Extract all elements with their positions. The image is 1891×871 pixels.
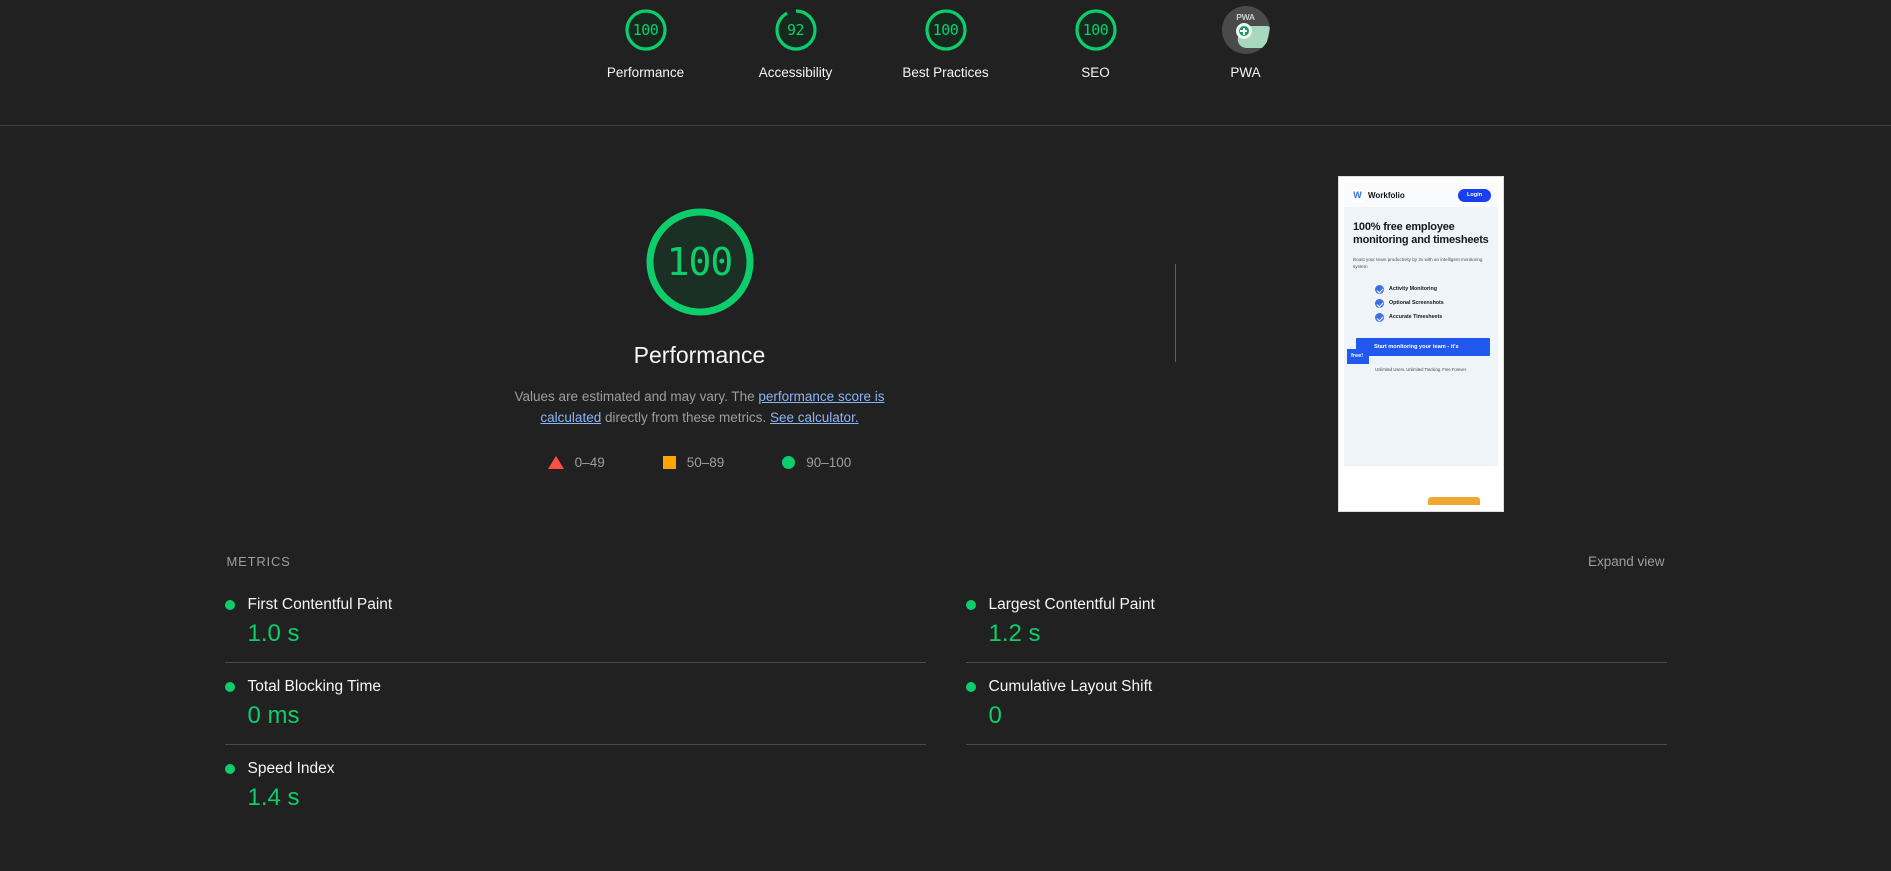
disclaimer-text-pre: Values are estimated and may vary. The: [514, 389, 759, 404]
score-disclaimer: Values are estimated and may vary. The p…: [485, 387, 915, 429]
metric-largest-contentful-paint[interactable]: Largest Contentful Paint 1.2 s: [965, 581, 1667, 663]
metric-label: Cumulative Layout Shift: [988, 678, 1153, 695]
performance-gauge-section: 100 Performance Values are estimated and…: [225, 172, 1175, 470]
gauge-icon: 92: [772, 6, 820, 54]
metric-label: First Contentful Paint: [247, 596, 393, 613]
score-label: Performance: [606, 65, 685, 80]
metric-value: 0: [988, 702, 1002, 729]
legend-item-fail: 0–49: [547, 454, 605, 470]
site-subheadline: Boost your team productivity by 2x with …: [1353, 256, 1483, 269]
metric-value: 1.4 s: [247, 784, 300, 811]
status-badge: [224, 600, 235, 610]
page-screenshot-section: W Workfolio Login 100% free employee mon…: [1176, 172, 1667, 512]
score-label: PWA: [1230, 65, 1261, 80]
expand-view-button[interactable]: Expand view: [1588, 554, 1665, 569]
gauge-icon-large: 100: [640, 202, 760, 322]
score-value: 100: [932, 21, 959, 39]
score-label: Best Practices: [902, 65, 989, 80]
metric-first-contentful-paint[interactable]: First Contentful Paint 1.0 s: [224, 581, 926, 663]
legend-range: 0–49: [574, 454, 605, 470]
site-headline: 100% free employee monitoring and timesh…: [1353, 221, 1489, 247]
legend-range: 90–100: [806, 454, 852, 470]
screenshot-content: W Workfolio Login 100% free employee mon…: [1344, 183, 1498, 505]
list-item: Activity Monitoring: [1375, 284, 1467, 294]
metrics-section-title: METRICS: [226, 554, 291, 569]
score-value: 100: [1082, 21, 1109, 39]
score-item-pwa[interactable]: PWA PWA: [1171, 6, 1321, 80]
page-title: Performance: [633, 342, 766, 368]
check-icon: [1375, 312, 1384, 322]
category-summary: 100 Performance Values are estimated and…: [225, 172, 1667, 512]
metric-cumulative-layout-shift[interactable]: Cumulative Layout Shift 0: [965, 663, 1667, 745]
feature-label: Accurate Timesheets: [1389, 314, 1443, 321]
site-feature-list: Activity Monitoring Optional Screenshots…: [1344, 284, 1498, 322]
final-screenshot[interactable]: W Workfolio Login 100% free employee mon…: [1338, 176, 1504, 512]
scores-bar: 100 Performance 92 Accessibility 100 Bes…: [0, 0, 1891, 126]
status-badge: [224, 764, 235, 774]
metric-label: Speed Index: [247, 760, 335, 777]
score-label: SEO: [1081, 65, 1110, 80]
pwa-badge-text: PWA: [1236, 12, 1255, 22]
score-item-seo[interactable]: 100 SEO: [1021, 6, 1171, 80]
feature-label: Activity Monitoring: [1389, 286, 1437, 293]
feature-label: Optional Screenshots: [1389, 300, 1444, 307]
metric-total-blocking-time[interactable]: Total Blocking Time 0 ms: [224, 663, 926, 745]
metrics-grid: First Contentful Paint 1.0 s Largest Con…: [224, 581, 1667, 826]
legend-item-pass: 90–100: [782, 455, 851, 470]
score-value: 100: [632, 21, 659, 39]
score-item-best-practices[interactable]: 100 Best Practices: [871, 6, 1021, 80]
brand-name: Workfolio: [1368, 190, 1405, 200]
pwa-check-icon: [1235, 23, 1252, 39]
metric-value: 1.0 s: [247, 620, 300, 647]
site-cta-area: Start monitoring your team - it's free!: [1344, 335, 1498, 365]
legend-range: 50–89: [686, 454, 725, 470]
list-item: Optional Screenshots: [1375, 298, 1467, 308]
score-legend: 0–49 50–89 90–100: [547, 454, 851, 470]
score-value: 92: [786, 21, 805, 39]
site-footer-area: [1344, 465, 1498, 505]
login-button: Login: [1458, 188, 1491, 202]
score-item-accessibility[interactable]: 92 Accessibility: [721, 6, 871, 80]
metric-label: Total Blocking Time: [247, 678, 382, 695]
check-icon: [1375, 298, 1384, 308]
site-navbar: W Workfolio Login: [1344, 183, 1498, 207]
gauge-icon: 100: [922, 6, 970, 54]
status-badge: [965, 600, 976, 610]
gauge-icon: 100: [1072, 6, 1120, 54]
circle-icon: [782, 455, 796, 469]
status-badge: [965, 682, 976, 692]
category-score: 100: [666, 240, 734, 284]
pwa-badge-icon: PWA: [1221, 6, 1270, 54]
disclaimer-text-mid: directly from these metrics.: [601, 409, 771, 425]
cta-note: Unlimited Users. Unlimited Tracking. Fre…: [1375, 366, 1467, 372]
metric-value: 0 ms: [247, 702, 300, 729]
score-item-performance[interactable]: 100 Performance: [571, 6, 721, 80]
metric-speed-index[interactable]: Speed Index 1.4 s: [224, 745, 926, 826]
workfolio-logo-icon: W: [1351, 188, 1364, 202]
metric-empty-slot: [966, 745, 1667, 826]
square-icon: [662, 455, 676, 469]
site-brand: W Workfolio: [1351, 188, 1405, 202]
triangle-icon: [547, 455, 564, 469]
list-item: Accurate Timesheets: [1375, 312, 1467, 322]
score-label: Accessibility: [758, 65, 833, 80]
check-icon: [1375, 284, 1384, 294]
legend-item-average: 50–89: [662, 454, 725, 470]
status-badge: [224, 682, 235, 692]
cta-button-overflow: free!: [1347, 348, 1370, 364]
gauge-icon: 100: [622, 6, 670, 54]
report-body: 100 Performance Values are estimated and…: [224, 126, 1667, 826]
see-calculator-link[interactable]: See calculator.: [770, 410, 859, 425]
metric-value: 1.2 s: [988, 620, 1041, 647]
metric-label: Largest Contentful Paint: [988, 596, 1155, 613]
metrics-header: METRICS Expand view: [225, 554, 1667, 569]
cta-button: Start monitoring your team - it's: [1356, 337, 1490, 356]
